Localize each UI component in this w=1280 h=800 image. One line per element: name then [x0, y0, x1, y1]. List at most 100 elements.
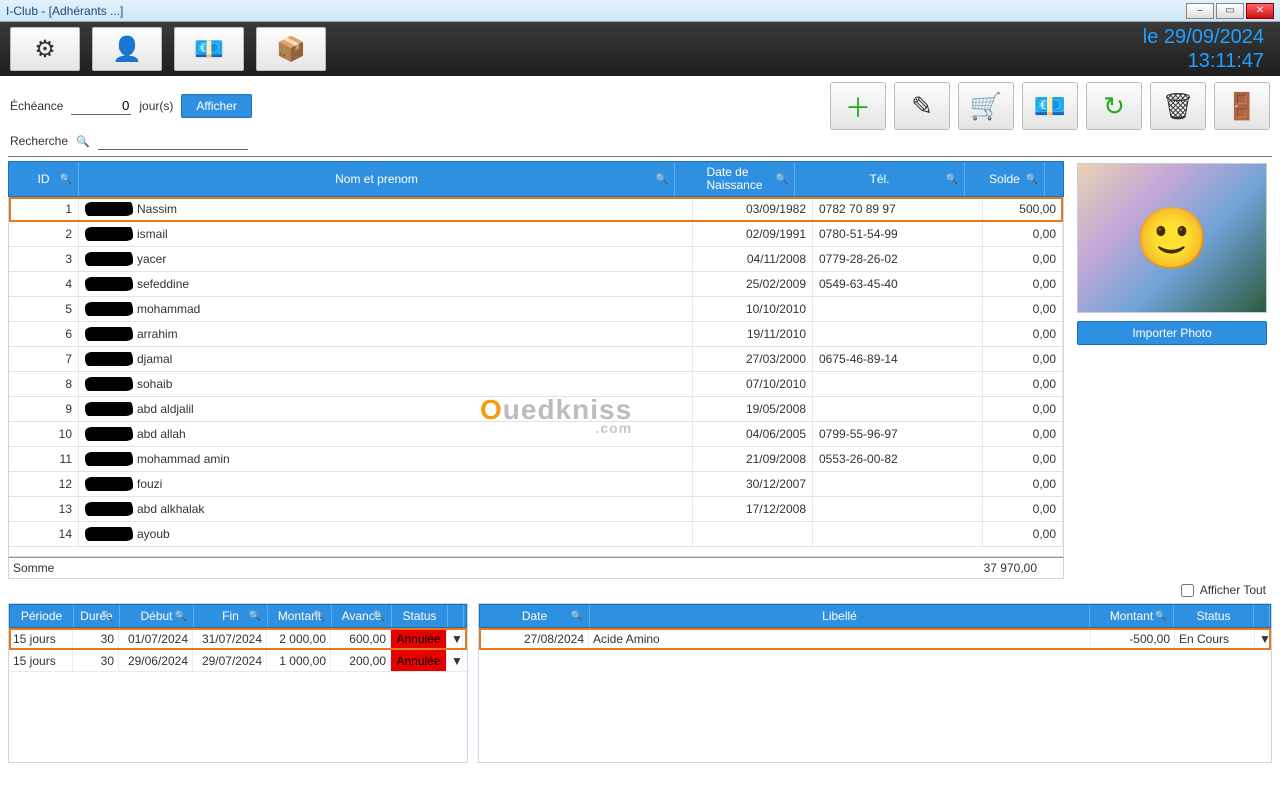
cell-solde: 0,00 — [983, 447, 1063, 471]
cell-dob: 07/10/2010 — [693, 372, 813, 396]
cart-button[interactable]: 🛒 — [958, 82, 1014, 130]
cell-name: fouzi — [79, 472, 693, 496]
redacted-icon — [85, 427, 133, 441]
table-row[interactable]: 27/08/2024Acide Amino-500,00En Cours▼ — [479, 628, 1271, 650]
cell-debut: 01/07/2024 — [119, 628, 193, 649]
table-row[interactable]: 2ismail02/09/19910780-51-54-990,00 — [9, 222, 1063, 247]
col-duree[interactable]: Durée🔍 — [74, 605, 120, 627]
col-solde[interactable]: Solde🔍 — [965, 162, 1045, 196]
subs-body[interactable]: 15 jours3001/07/202431/07/20242 000,0060… — [9, 628, 467, 762]
row-dropdown[interactable]: ▼ — [447, 628, 463, 649]
cell-solde: 0,00 — [983, 322, 1063, 346]
sum-value: 37 970,00 — [984, 561, 1063, 575]
cell-dob: 19/11/2010 — [693, 322, 813, 346]
cell-tel — [813, 522, 983, 546]
cell-solde: 0,00 — [983, 222, 1063, 246]
col-montant[interactable]: Montant🔍 — [268, 605, 332, 627]
redacted-icon — [85, 452, 133, 466]
table-row[interactable]: 11mohammad amin21/09/20080553-26-00-820,… — [9, 447, 1063, 472]
cell-id: 3 — [9, 247, 79, 271]
table-row[interactable]: 5mohammad10/10/20100,00 — [9, 297, 1063, 322]
edit-button[interactable]: ✎ — [894, 82, 950, 130]
user-icon: 👤 — [112, 35, 142, 64]
table-row[interactable]: 15 jours3029/06/202429/07/20241 000,0020… — [9, 650, 467, 672]
import-photo-button[interactable]: Importer Photo — [1077, 321, 1267, 345]
table-row[interactable]: 13abd alkhalak17/12/20080,00 — [9, 497, 1063, 522]
cell-solde: 0,00 — [983, 422, 1063, 446]
col-debut[interactable]: Début🔍 — [120, 605, 194, 627]
divider — [8, 156, 1272, 157]
row-dropdown[interactable]: ▼ — [447, 650, 463, 671]
cell-tel — [813, 472, 983, 496]
table-row[interactable]: 1Nassim03/09/19820782 70 89 97500,00 — [9, 197, 1063, 222]
add-button[interactable]: ＋ — [830, 82, 886, 130]
redacted-icon — [85, 202, 133, 216]
cell-name: abd alkhalak — [79, 497, 693, 521]
cell-status: Annulée — [391, 650, 447, 671]
cell-tel: 0799-55-96-97 — [813, 422, 983, 446]
table-row[interactable]: 9abd aldjalil19/05/20080,00 — [9, 397, 1063, 422]
cell-dob: 04/06/2005 — [693, 422, 813, 446]
echeance-label: Échéance — [10, 99, 63, 113]
col-name[interactable]: Nom et prenom🔍 — [79, 162, 675, 196]
cell-dob: 30/12/2007 — [693, 472, 813, 496]
cell-debut: 29/06/2024 — [119, 650, 193, 671]
col-status[interactable]: Status — [392, 605, 448, 627]
window-close-button[interactable]: ✕ — [1246, 3, 1274, 19]
purge-button[interactable]: 🗑 — [1150, 82, 1206, 130]
search-icon: 🔍 — [76, 135, 90, 148]
ledger-grid: Date🔍 Libellé Montant🔍 Status 27/08/2024… — [478, 603, 1272, 763]
cell-fin: 31/07/2024 — [193, 628, 267, 649]
afficher-tout-checkbox[interactable] — [1181, 584, 1194, 597]
refresh-button[interactable]: ↻ — [1086, 82, 1142, 130]
echeance-input[interactable] — [71, 97, 131, 115]
search-input[interactable] — [98, 132, 248, 150]
money-button[interactable]: 💶 — [174, 27, 244, 71]
col-montant[interactable]: Montant🔍 — [1090, 605, 1174, 627]
redacted-icon — [85, 402, 133, 416]
table-row[interactable]: 15 jours3001/07/202431/07/20242 000,0060… — [9, 628, 467, 650]
table-row[interactable]: 4sefeddine25/02/20090549-63-45-400,00 — [9, 272, 1063, 297]
afficher-button[interactable]: Afficher — [181, 94, 251, 118]
col-dob[interactable]: Date de Naissance🔍 — [675, 162, 795, 196]
col-tel[interactable]: Tél.🔍 — [795, 162, 965, 196]
inventory-button[interactable]: 📦 — [256, 27, 326, 71]
table-row[interactable]: 6arrahim19/11/20100,00 — [9, 322, 1063, 347]
ledger-body[interactable]: 27/08/2024Acide Amino-500,00En Cours▼ — [479, 628, 1271, 762]
window-maximize-button[interactable]: ▭ — [1216, 3, 1244, 19]
magnifier-icon: 🔍 — [60, 174, 72, 185]
payment-button[interactable]: 💶 — [1022, 82, 1078, 130]
table-row[interactable]: 3yacer04/11/20080779-28-26-020,00 — [9, 247, 1063, 272]
filter-row: Échéance jour(s) Afficher ＋ ✎ 🛒 💶 ↻ 🗑 🚪 — [0, 76, 1280, 132]
magnifier-icon: 🔍 — [656, 174, 668, 185]
redacted-icon — [85, 227, 133, 241]
plus-icon: ＋ — [845, 88, 871, 125]
cell-id: 5 — [9, 297, 79, 321]
cell-tel: 0780-51-54-99 — [813, 222, 983, 246]
redacted-icon — [85, 252, 133, 266]
col-periode[interactable]: Période — [10, 605, 74, 627]
col-avance[interactable]: Avance🔍 — [332, 605, 392, 627]
table-row[interactable]: 10abd allah04/06/20050799-55-96-970,00 — [9, 422, 1063, 447]
redacted-icon — [85, 352, 133, 366]
cell-montant: 2 000,00 — [267, 628, 331, 649]
table-row[interactable]: 14ayoub0,00 — [9, 522, 1063, 547]
col-id[interactable]: ID🔍 — [9, 162, 79, 196]
settings-button[interactable]: ⚙ — [10, 27, 80, 71]
window-minimize-button[interactable]: – — [1186, 3, 1214, 19]
table-row[interactable]: 8sohaib07/10/20100,00 — [9, 372, 1063, 397]
col-fin[interactable]: Fin🔍 — [194, 605, 268, 627]
cell-dob: 27/03/2000 — [693, 347, 813, 371]
magnifier-icon: 🔍 — [101, 611, 113, 622]
table-row[interactable]: 7djamal27/03/20000675-46-89-140,00 — [9, 347, 1063, 372]
exit-button[interactable]: 🚪 — [1214, 82, 1270, 130]
cell-dob: 21/09/2008 — [693, 447, 813, 471]
user-button[interactable]: 👤 — [92, 27, 162, 71]
redacted-icon — [85, 527, 133, 541]
col-status[interactable]: Status — [1174, 605, 1254, 627]
col-libelle[interactable]: Libellé — [590, 605, 1090, 627]
row-dropdown[interactable]: ▼ — [1255, 628, 1271, 649]
table-row[interactable]: 12fouzi30/12/20070,00 — [9, 472, 1063, 497]
members-grid[interactable]: 1Nassim03/09/19820782 70 89 97500,002ism… — [8, 197, 1064, 557]
col-date[interactable]: Date🔍 — [480, 605, 590, 627]
